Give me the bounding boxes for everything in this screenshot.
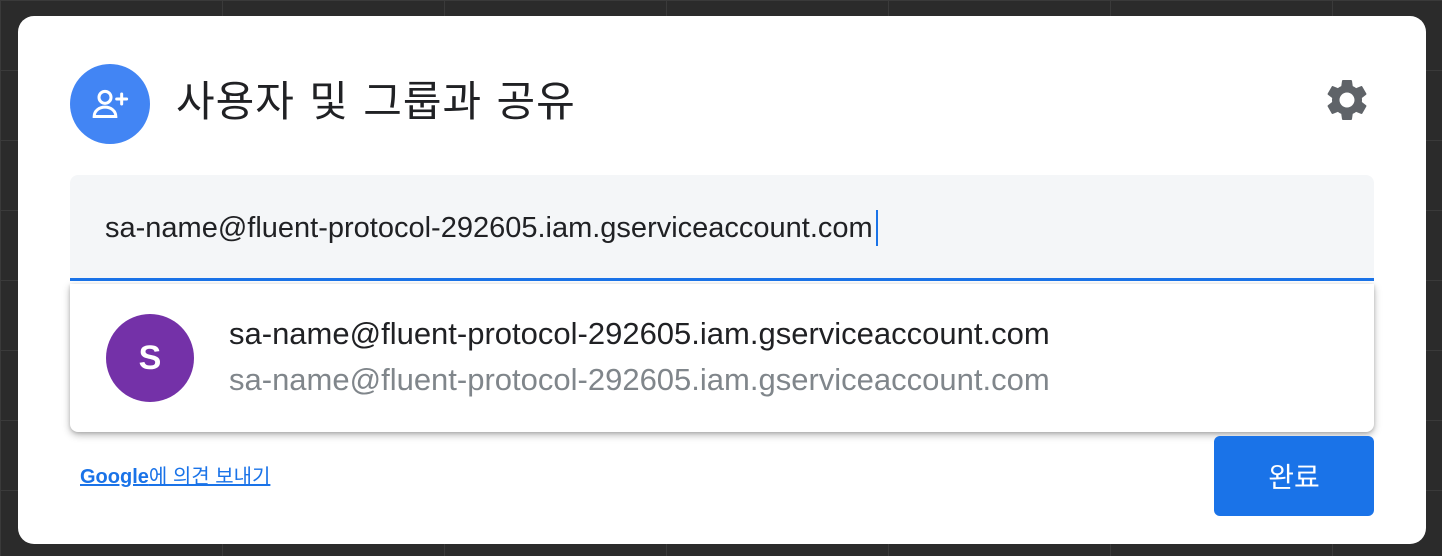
- share-dialog: 사용자 및 그룹과 공유 sa-name@fluent-protocol-292…: [18, 16, 1426, 544]
- suggestion-email: sa-name@fluent-protocol-292605.iam.gserv…: [229, 362, 1050, 397]
- suggestion-name: sa-name@fluent-protocol-292605.iam.gserv…: [229, 316, 1050, 351]
- done-button[interactable]: 완료: [1214, 436, 1374, 516]
- gear-icon: [1327, 79, 1367, 120]
- settings-button[interactable]: [1321, 74, 1373, 126]
- send-feedback-link[interactable]: Google에 의견 보내기: [80, 460, 270, 489]
- avatar: S: [106, 314, 194, 402]
- add-person-icon: [70, 64, 150, 144]
- dialog-title: 사용자 및 그룹과 공유: [176, 77, 576, 126]
- share-input-value[interactable]: sa-name@fluent-protocol-292605.iam.gserv…: [105, 209, 873, 247]
- share-input-field[interactable]: sa-name@fluent-protocol-292605.iam.gserv…: [70, 175, 1374, 281]
- feedback-text: 에 의견 보내기: [148, 466, 271, 488]
- feedback-brand: Google: [80, 466, 149, 488]
- text-caret: [875, 210, 878, 246]
- suggestion-item[interactable]: S sa-name@fluent-protocol-292605.iam.gse…: [70, 284, 1374, 432]
